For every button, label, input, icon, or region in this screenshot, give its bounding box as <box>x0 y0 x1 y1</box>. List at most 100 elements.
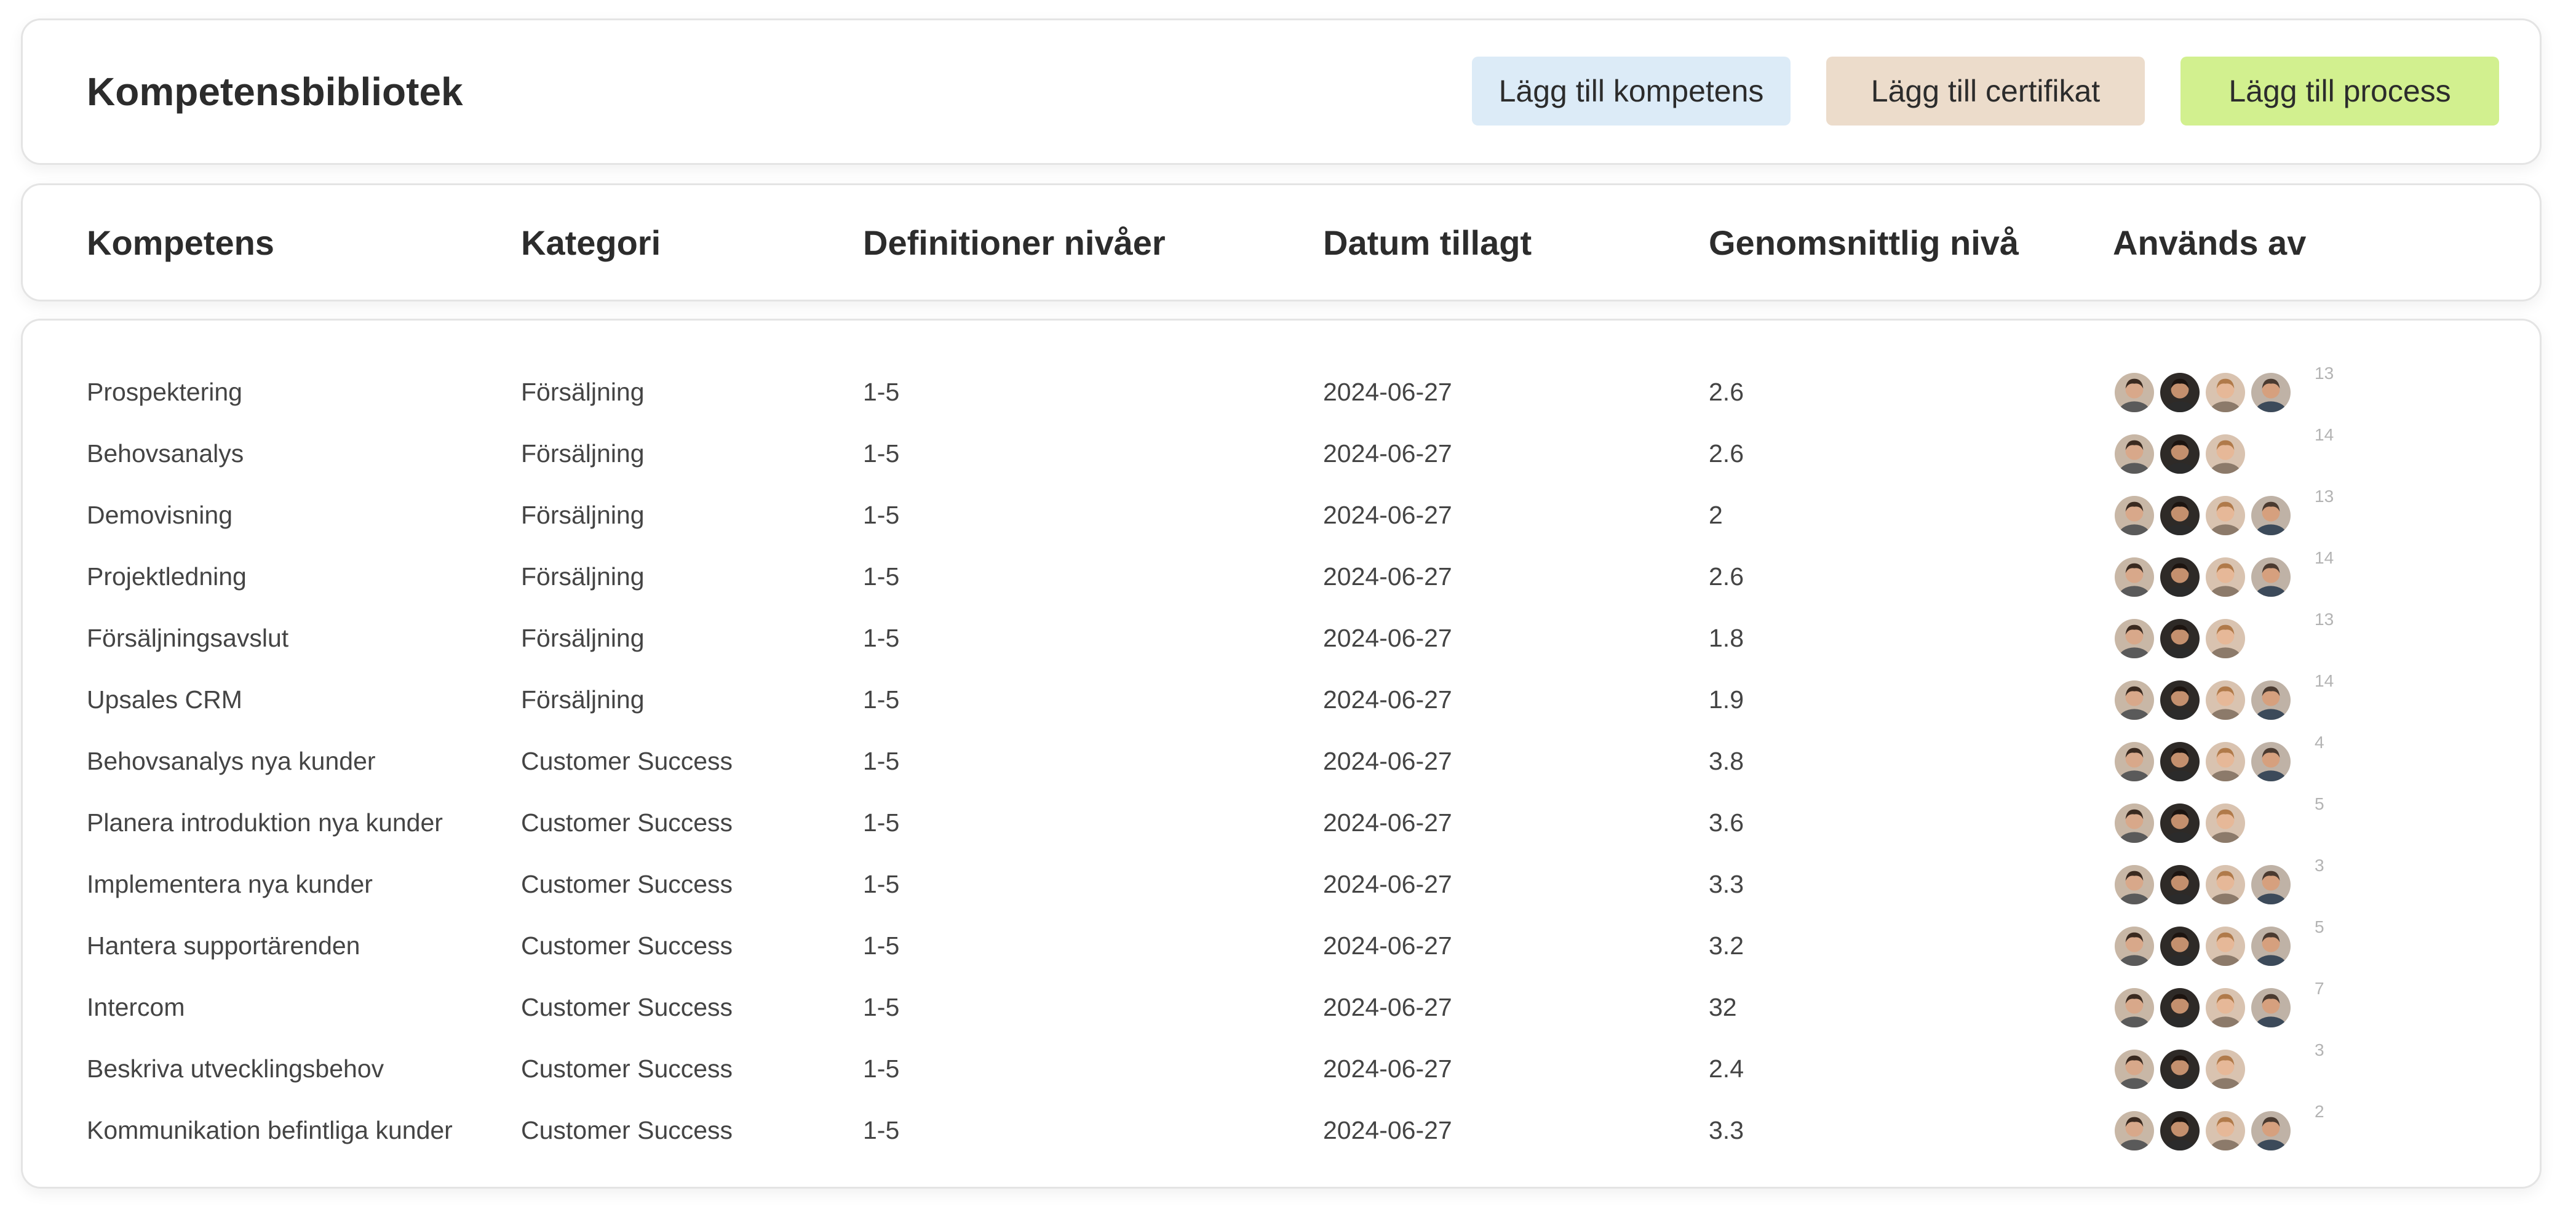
avatar <box>2158 802 2201 845</box>
table-row[interactable]: Hantera supportärenden Customer Success 1-… <box>23 915 2540 976</box>
column-header-date-added[interactable]: Datum tillagt <box>1323 185 1532 300</box>
average-level: 2.4 <box>1709 1054 1744 1083</box>
avatar <box>2249 494 2292 537</box>
date-added: 2024-06-27 <box>1323 992 1452 1021</box>
competence-name: Behovsanalys nya kunder <box>87 746 376 775</box>
avatar <box>2249 556 2292 599</box>
level-definitions: 1-5 <box>863 1054 900 1083</box>
header-card: Kompetensbibliotek Lägg till kompetens L… <box>21 18 2542 165</box>
level-definitions: 1-5 <box>863 377 900 406</box>
usage-count: 4 <box>2315 733 2324 752</box>
competence-name: Beskriva utvecklingsbehov <box>87 1054 384 1083</box>
competence-name: Kommunikation befintliga kunder <box>87 1115 453 1144</box>
average-level: 2 <box>1709 500 1723 529</box>
add-certificate-button[interactable]: Lägg till certifikat <box>1826 57 2145 126</box>
table-row[interactable]: Beskriva utvecklingsbehov Customer Succes… <box>23 1038 2540 1099</box>
average-level: 2.6 <box>1709 377 1744 406</box>
table-row[interactable]: Demovisning Försäljning 1-5 2024-06-27 2 13 <box>23 484 2540 546</box>
level-definitions: 1-5 <box>863 746 900 775</box>
competence-category: Försäljning <box>521 623 645 652</box>
competence-name: Implementera nya kunder <box>87 869 373 898</box>
usage-count: 14 <box>2315 425 2334 444</box>
competence-name: Behovsanalys <box>87 439 244 468</box>
competence-category: Customer Success <box>521 992 733 1021</box>
average-level: 3.6 <box>1709 808 1744 837</box>
competence-category: Försäljning <box>521 685 645 714</box>
avatar <box>2249 371 2292 414</box>
average-level: 2.6 <box>1709 562 1744 591</box>
avatar <box>2113 556 2156 599</box>
avatar <box>2204 371 2247 414</box>
avatar <box>2249 740 2292 783</box>
table-row[interactable]: Behovsanalys Försäljning 1-5 2024-06-27 2.6 1… <box>23 423 2540 484</box>
add-process-button[interactable]: Lägg till process <box>2180 57 2499 126</box>
competence-table: Prospektering Försäljning 1-5 2024-06-27 2.6… <box>21 319 2542 1189</box>
avatar <box>2204 494 2247 537</box>
average-level: 2.6 <box>1709 439 1744 468</box>
table-header: Kompetens Kategori Definitioner nivåer D… <box>21 183 2542 301</box>
avatar <box>2204 925 2247 968</box>
table-row[interactable]: Planera introduktion nya kunder Customer … <box>23 792 2540 853</box>
table-row[interactable]: Behovsanalys nya kunder Customer Success 1… <box>23 730 2540 792</box>
usage-count: 2 <box>2315 1102 2324 1121</box>
column-header-average-level[interactable]: Genomsnittlig nivå <box>1709 185 2019 300</box>
table-row[interactable]: Intercom Customer Success 1-5 2024-06-27 32 7 <box>23 976 2540 1038</box>
avatar <box>2113 494 2156 537</box>
avatar <box>2204 679 2247 722</box>
average-level: 3.3 <box>1709 1115 1744 1144</box>
avatar <box>2158 1048 2201 1091</box>
level-definitions: 1-5 <box>863 808 900 837</box>
level-definitions: 1-5 <box>863 1115 900 1144</box>
competence-category: Försäljning <box>521 439 645 468</box>
level-definitions: 1-5 <box>863 931 900 960</box>
avatar <box>2158 863 2201 906</box>
average-level: 3.3 <box>1709 869 1744 898</box>
average-level: 32 <box>1709 992 1737 1021</box>
avatar <box>2113 925 2156 968</box>
competence-name: Planera introduktion nya kunder <box>87 808 443 837</box>
avatar <box>2158 740 2201 783</box>
date-added: 2024-06-27 <box>1323 685 1452 714</box>
competence-category: Customer Success <box>521 869 733 898</box>
date-added: 2024-06-27 <box>1323 377 1452 406</box>
table-row[interactable]: Upsales CRM Försäljning 1-5 2024-06-27 1.9 14 <box>23 669 2540 730</box>
avatar <box>2113 433 2156 476</box>
column-header-used-by[interactable]: Används av <box>2113 185 2306 300</box>
date-added: 2024-06-27 <box>1323 931 1452 960</box>
level-definitions: 1-5 <box>863 869 900 898</box>
avatar <box>2249 863 2292 906</box>
usage-count: 13 <box>2315 364 2334 383</box>
usage-count: 7 <box>2315 979 2324 998</box>
competence-category: Customer Success <box>521 746 733 775</box>
average-level: 1.8 <box>1709 623 1744 652</box>
avatar <box>2204 863 2247 906</box>
avatar <box>2113 679 2156 722</box>
average-level: 3.8 <box>1709 746 1744 775</box>
table-row[interactable]: Prospektering Försäljning 1-5 2024-06-27 2.6… <box>23 361 2540 423</box>
avatar <box>2204 740 2247 783</box>
competence-name: Upsales CRM <box>87 685 242 714</box>
competence-category: Customer Success <box>521 1054 733 1083</box>
level-definitions: 1-5 <box>863 562 900 591</box>
competence-category: Försäljning <box>521 377 645 406</box>
avatar <box>2204 617 2247 660</box>
column-header-category[interactable]: Kategori <box>521 185 661 300</box>
avatar <box>2204 986 2247 1029</box>
avatar <box>2204 802 2247 845</box>
avatar <box>2158 433 2201 476</box>
usage-count: 14 <box>2315 548 2334 567</box>
date-added: 2024-06-27 <box>1323 746 1452 775</box>
date-added: 2024-06-27 <box>1323 562 1452 591</box>
table-row[interactable]: Försäljningsavslut Försäljning 1-5 2024-06-… <box>23 607 2540 669</box>
date-added: 2024-06-27 <box>1323 1115 1452 1144</box>
usage-count: 5 <box>2315 917 2324 936</box>
competence-name: Försäljningsavslut <box>87 623 289 652</box>
level-definitions: 1-5 <box>863 685 900 714</box>
avatar <box>2158 925 2201 968</box>
add-competence-button[interactable]: Lägg till kompetens <box>1472 57 1791 126</box>
column-header-competence[interactable]: Kompetens <box>87 185 274 300</box>
column-header-level-definitions[interactable]: Definitioner nivåer <box>863 185 1166 300</box>
table-row[interactable]: Projektledning Försäljning 1-5 2024-06-27 2.… <box>23 546 2540 607</box>
table-row[interactable]: Implementera nya kunder Customer Success 1… <box>23 853 2540 915</box>
table-row[interactable]: Kommunikation befintliga kunder Customer … <box>23 1099 2540 1161</box>
